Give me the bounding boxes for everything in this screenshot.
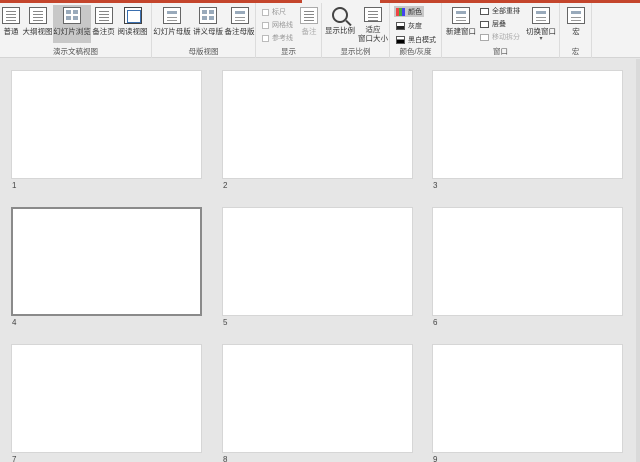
grayscale-swatch-icon (396, 21, 405, 30)
slide-thumbnail[interactable] (432, 70, 623, 179)
slide-thumbnail[interactable] (432, 344, 623, 453)
move-split-button[interactable]: 移动拆分 (480, 32, 520, 42)
ribbon-view-tab: 普通 大纲视图 幻灯片浏览 备注页 阅读视图 演示文稿视图 幻灯片母版 讲义母版 (0, 3, 640, 58)
macros-button[interactable]: 宏 (563, 5, 589, 43)
slide-master-icon (163, 7, 181, 24)
switch-windows-icon (532, 7, 550, 24)
arrange-all-button[interactable]: 全部重排 (480, 6, 520, 16)
handout-master-button[interactable]: 讲义母版 (192, 5, 224, 43)
group-label-zoom: 显示比例 (340, 47, 371, 56)
slide-thumbnail[interactable] (222, 207, 413, 316)
group-show: 标尺 网格线 参考线 备注 显示 (256, 3, 322, 58)
zoom-icon (332, 7, 348, 23)
slide-number: 2 (223, 181, 228, 190)
normal-view-button[interactable]: 普通 (0, 5, 22, 43)
new-window-icon (452, 7, 470, 24)
slide-number: 7 (12, 455, 17, 462)
group-label-window: 窗口 (493, 47, 508, 56)
group-label-macros: 宏 (571, 47, 580, 56)
slide-number: 8 (223, 455, 228, 462)
notes-button[interactable]: 备注 (298, 5, 320, 43)
slide-thumbnail[interactable] (432, 207, 623, 316)
reading-view-icon (123, 7, 142, 24)
ruler-checkbox[interactable]: 标尺 (262, 7, 286, 17)
fit-to-window-icon (364, 7, 382, 22)
group-presentation-views: 普通 大纲视图 幻灯片浏览 备注页 阅读视图 演示文稿视图 (0, 3, 152, 58)
arrange-all-icon (480, 7, 489, 15)
switch-windows-button[interactable]: 切换窗口 ▾ (524, 5, 558, 43)
black-white-button[interactable]: 黑白模式 (394, 34, 438, 45)
slide-number: 1 (12, 181, 17, 190)
outline-view-icon (28, 7, 47, 24)
move-split-icon (480, 33, 489, 41)
slide-number: 3 (433, 181, 438, 190)
ruler-checkbox-box (262, 8, 269, 16)
gridlines-checkbox-box (262, 21, 269, 29)
slide-thumbnail[interactable] (11, 207, 202, 316)
guides-checkbox[interactable]: 参考线 (262, 33, 293, 43)
reading-view-button[interactable]: 阅读视图 (116, 5, 149, 43)
slide-thumbnail[interactable] (11, 70, 202, 179)
slide-number: 5 (223, 318, 228, 327)
handout-master-icon (199, 7, 217, 24)
notes-master-icon (230, 7, 249, 24)
group-label-presentation-views: 演示文稿视图 (53, 47, 98, 56)
slide-number: 6 (433, 318, 438, 327)
slide-thumbnail[interactable] (11, 344, 202, 453)
slide-number: 9 (433, 455, 438, 462)
group-color-grayscale: 颜色 灰度 黑白模式 颜色/灰度 (390, 3, 442, 58)
grayscale-button[interactable]: 灰度 (394, 20, 424, 31)
group-label-show: 显示 (281, 47, 296, 56)
group-master-views: 幻灯片母版 讲义母版 备注母版 母版视图 (152, 3, 256, 58)
zoom-button[interactable]: 显示比例 (324, 5, 356, 43)
notes-page-button[interactable]: 备注页 (91, 5, 116, 43)
slide-thumbnail[interactable] (222, 70, 413, 179)
gridlines-checkbox[interactable]: 网格线 (262, 20, 293, 30)
chevron-down-icon: ▾ (539, 36, 543, 42)
color-button[interactable]: 颜色 (394, 6, 424, 17)
group-label-master-views: 母版视图 (188, 47, 219, 56)
color-swatch-icon (396, 7, 405, 16)
cascade-button[interactable]: 层叠 (480, 19, 506, 29)
slide-sorter-pane: 1 2 3 4 5 6 7 8 9 (0, 59, 640, 462)
guides-checkbox-box (262, 34, 269, 42)
notes-page-icon (94, 7, 113, 24)
black-white-swatch-icon (396, 35, 405, 44)
group-window: 新建窗口 全部重排 层叠 移动拆分 切换窗口 ▾ 窗口 (442, 3, 560, 58)
cascade-icon (480, 20, 489, 28)
slide-sorter-icon (63, 7, 81, 24)
slide-thumbnail[interactable] (222, 344, 413, 453)
group-label-color-grayscale: 颜色/灰度 (399, 47, 432, 56)
group-macros: 宏 宏 (560, 3, 592, 58)
notes-icon (300, 7, 318, 24)
vertical-scrollbar[interactable] (636, 59, 640, 462)
outline-view-button[interactable]: 大纲视图 (22, 5, 53, 43)
slide-number: 4 (12, 318, 17, 327)
normal-view-icon (2, 7, 20, 24)
slide-sorter-button[interactable]: 幻灯片浏览 (53, 5, 91, 43)
macros-icon (567, 7, 585, 24)
slide-master-button[interactable]: 幻灯片母版 (152, 5, 192, 43)
group-zoom: 显示比例 适应 窗口大小 显示比例 (322, 3, 390, 58)
new-window-button[interactable]: 新建窗口 (444, 5, 478, 43)
fit-to-window-button[interactable]: 适应 窗口大小 (357, 5, 389, 43)
notes-master-button[interactable]: 备注母版 (224, 5, 255, 43)
